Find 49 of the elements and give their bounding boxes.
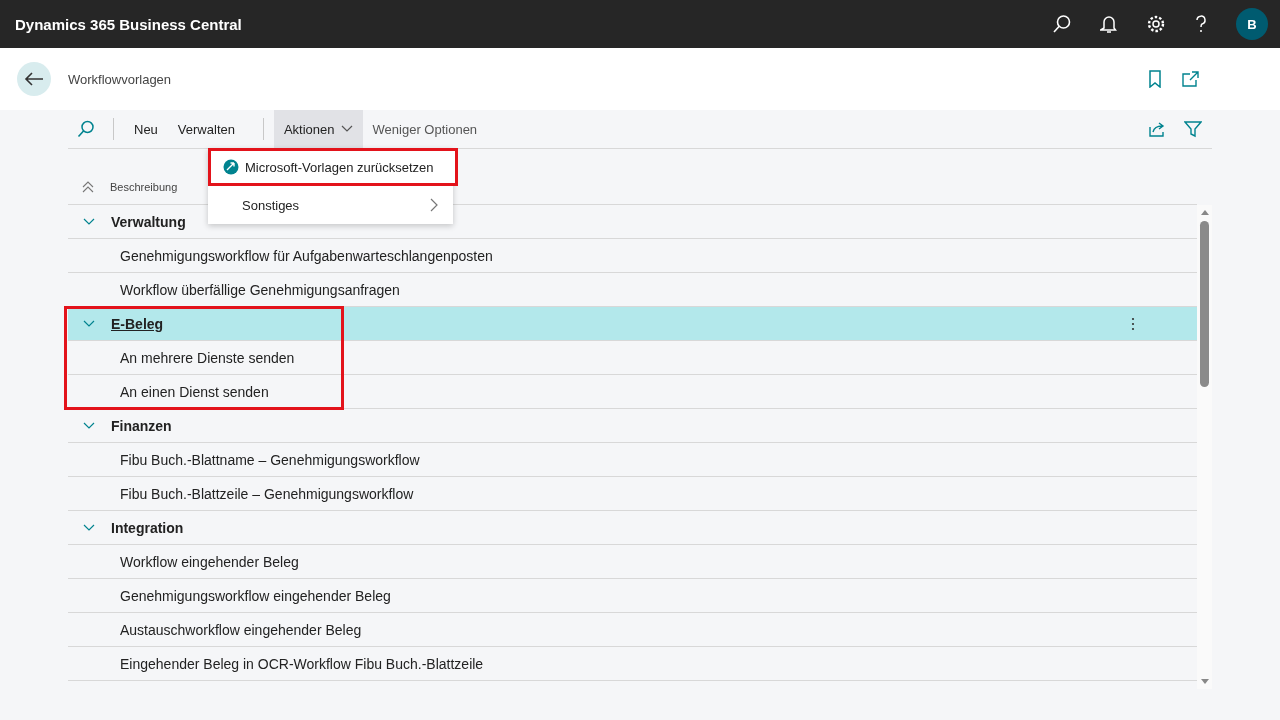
template-link[interactable]: Fibu Buch.-Blattname – Genehmigungsworkflow (120, 451, 420, 468)
chevron-icon[interactable] (83, 421, 95, 430)
toolbar-button[interactable]: Verwalten (167, 110, 245, 148)
template-link[interactable]: Eingehender Beleg in OCR-Workflow Fibu Buch.-Blattzeile (120, 655, 484, 672)
group-title[interactable]: Verwaltung (111, 213, 186, 230)
chevron-down-icon (340, 125, 353, 133)
template-link[interactable]: Workflow eingehender Beleg (120, 553, 299, 570)
toolbar-button[interactable]: Weniger Optionen (362, 110, 488, 148)
toolbar-button[interactable]: Neu (124, 110, 168, 148)
filter-icon[interactable] (1184, 120, 1202, 138)
scroll-up-icon[interactable] (1199, 209, 1210, 215)
bell-icon[interactable] (1100, 14, 1118, 34)
scroll-down-icon[interactable] (1199, 679, 1210, 685)
template-link[interactable]: An mehrere Dienste senden (120, 349, 295, 366)
reset-icon (223, 159, 239, 175)
chevron-icon[interactable] (83, 217, 95, 226)
template-link[interactable]: Austauschworkflow eingehender Beleg (120, 621, 362, 638)
search-icon[interactable] (1052, 14, 1072, 34)
open-new-window-icon[interactable] (1182, 71, 1200, 87)
template-link[interactable]: Workflow überfällige Genehmigungsanfragen (120, 281, 400, 298)
scroll-thumb[interactable] (1200, 221, 1209, 387)
group-row[interactable]: E-Beleg (68, 307, 1197, 341)
share-icon[interactable] (1148, 121, 1166, 137)
page-title: Workflowvorlagen (68, 71, 172, 87)
back-button[interactable] (17, 62, 51, 96)
group-row[interactable]: Finanzen (68, 409, 1197, 443)
user-avatar[interactable]: B (1236, 8, 1268, 40)
chevron-right-icon (430, 198, 438, 212)
more-options-icon[interactable] (1131, 316, 1135, 331)
menu-item[interactable]: Microsoft-Vorlagen zurücksetzen (208, 148, 458, 186)
chevron-icon[interactable] (83, 319, 95, 328)
settings-icon[interactable] (1146, 14, 1166, 34)
menu-item[interactable]: Sonstiges (208, 186, 453, 224)
app-title: Dynamics 365 Business Central (15, 15, 242, 33)
group-title[interactable]: Integration (111, 519, 184, 536)
group-row[interactable]: Integration (68, 511, 1197, 545)
column-header[interactable]: Beschreibung (110, 180, 178, 193)
template-link[interactable]: Genehmigungsworkflow für Aufgabenwarteschlangenposten (120, 247, 493, 264)
template-link[interactable]: Fibu Buch.-Blattzeile – Genehmigungsworkflow (120, 485, 414, 502)
collapse-all-icon[interactable] (82, 180, 94, 193)
actions-menu-button[interactable]: Aktionen (273, 110, 363, 148)
bookmark-icon[interactable] (1148, 70, 1162, 88)
group-title[interactable]: Finanzen (111, 417, 172, 434)
template-link[interactable]: Genehmigungsworkflow eingehender Beleg (120, 587, 391, 604)
template-link[interactable]: An einen Dienst senden (120, 383, 269, 400)
scrollbar[interactable] (1197, 205, 1212, 689)
help-icon[interactable] (1194, 14, 1208, 34)
chevron-icon[interactable] (83, 523, 95, 532)
group-title[interactable]: E-Beleg (111, 315, 164, 332)
